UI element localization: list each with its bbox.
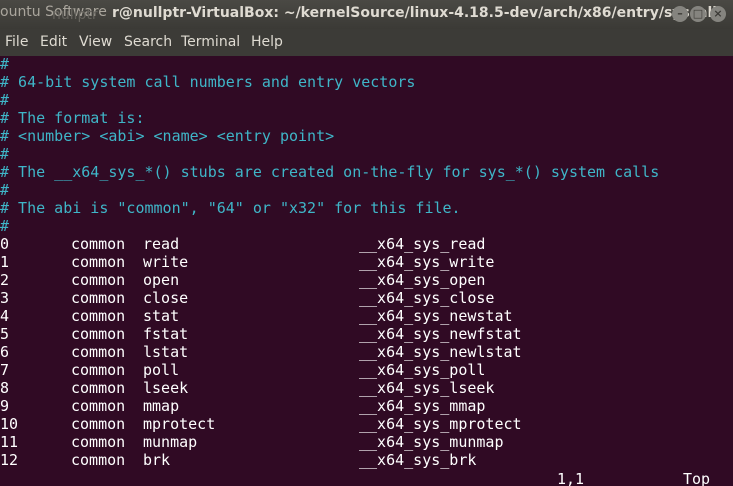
syscall-number: 8 [0,379,10,397]
syscall-row: 10 common mprotect __x64_sys_mprotect [0,415,522,433]
comment-line: # [0,91,10,109]
syscall-row: 12 common brk __x64_sys_brk [0,451,476,469]
syscall-number: 0 [0,235,10,253]
syscall-row: 1 common write __x64_sys_write [0,253,494,271]
syscall-abi: common [71,235,126,253]
terminal-area[interactable]: # # 64-bit system call numbers and entry… [0,56,733,486]
syscall-name: mmap [143,397,180,415]
window-title: r@nullptr-VirtualBox: ~/kernelSource/lin… [112,5,726,21]
comment-line: # [0,181,10,199]
window-titlebar[interactable]: ountu Software nullptr r@nullptr-Virtual… [0,0,733,29]
syscall-name: poll [143,361,180,379]
syscall-row: 9 common mmap __x64_sys_mmap [0,397,485,415]
syscall-name: close [143,289,189,307]
syscall-entry-point: __x64_sys_brk [359,451,477,469]
comment-line: # [0,56,10,73]
comment-line: # 64-bit system call numbers and entry v… [0,73,416,91]
syscall-abi: common [71,433,126,451]
syscall-number: 10 [0,415,19,433]
comment-line: # [0,217,10,235]
syscall-number: 2 [0,271,10,289]
syscall-row: 3 common close __x64_sys_close [0,289,494,307]
syscall-number: 11 [0,433,19,451]
syscall-number: 6 [0,343,10,361]
syscall-row: 0 common read __x64_sys_read [0,235,485,253]
syscall-name: write [143,253,189,271]
syscall-number: 9 [0,397,10,415]
menu-terminal[interactable]: Terminal [181,34,240,50]
cursor-position: 1,1 [557,470,585,486]
comment-line: # The abi is "common", "64" or "x32" for… [0,199,461,217]
comment-line: # The __x64_sys_*() stubs are created on… [0,163,660,181]
syscall-number: 1 [0,253,10,271]
syscall-abi: common [71,343,126,361]
syscall-row: 2 common open __x64_sys_open [0,271,485,289]
comment-line: # The format is: [0,109,145,127]
syscall-name: brk [143,451,171,469]
menu-view[interactable]: View [79,34,112,50]
background-title-fragment: nullptr [52,7,98,23]
syscall-row: 8 common lseek __x64_sys_lseek [0,379,494,397]
syscall-entry-point: __x64_sys_poll [359,361,486,379]
syscall-name: read [143,235,180,253]
syscall-row: 11 common munmap __x64_sys_munmap [0,433,504,451]
syscall-abi: common [71,397,126,415]
syscall-name: lstat [143,343,189,361]
syscall-name: fstat [143,325,189,343]
syscall-entry-point: __x64_sys_mprotect [359,415,522,433]
menu-file[interactable]: File [5,34,28,50]
syscall-name: open [143,271,180,289]
syscall-number: 4 [0,307,10,325]
syscall-entry-point: __x64_sys_mmap [359,397,486,415]
maximize-button[interactable]: □ [690,6,706,22]
background-window-title: ountu Software nullptr [0,4,107,23]
syscall-entry-point: __x64_sys_newlstat [359,343,522,361]
syscall-name: munmap [143,433,198,451]
syscall-abi: common [71,451,126,469]
syscall-abi: common [71,253,126,271]
syscall-name: mprotect [143,415,216,433]
syscall-abi: common [71,289,126,307]
syscall-abi: common [71,271,126,289]
minimize-button[interactable]: – [672,6,688,22]
syscall-entry-point: __x64_sys_close [359,289,495,307]
syscall-abi: common [71,379,126,397]
syscall-row: 4 common stat __x64_sys_newstat [0,307,513,325]
syscall-row: 6 common lstat __x64_sys_newlstat [0,343,522,361]
syscall-entry-point: __x64_sys_open [359,271,486,289]
syscall-entry-point: __x64_sys_newstat [359,307,513,325]
syscall-entry-point: __x64_sys_munmap [359,433,504,451]
menu-search[interactable]: Search [124,34,172,50]
syscall-row: 5 common fstat __x64_sys_newfstat [0,325,522,343]
syscall-entry-point: __x64_sys_write [359,253,495,271]
syscall-row: 7 common poll __x64_sys_poll [0,361,485,379]
syscall-abi: common [71,415,126,433]
syscall-name: stat [143,307,180,325]
syscall-entry-point: __x64_sys_read [359,235,486,253]
menu-bar: File Edit View Search Terminal Help [0,29,733,56]
close-button[interactable]: × [710,6,726,22]
syscall-abi: common [71,307,126,325]
syscall-abi: common [71,361,126,379]
syscall-number: 7 [0,361,10,379]
syscall-entry-point: __x64_sys_newfstat [359,325,522,343]
syscall-name: lseek [143,379,189,397]
syscall-abi: common [71,325,126,343]
menu-help[interactable]: Help [251,34,283,50]
menu-edit[interactable]: Edit [40,34,67,50]
syscall-number: 5 [0,325,10,343]
comment-line: # [0,145,10,163]
syscall-number: 3 [0,289,10,307]
comment-line: # <number> <abi> <name> <entry point> [0,127,335,145]
syscall-entry-point: __x64_sys_lseek [359,379,495,397]
syscall-number: 12 [0,451,19,469]
scroll-position: Top [683,470,711,486]
